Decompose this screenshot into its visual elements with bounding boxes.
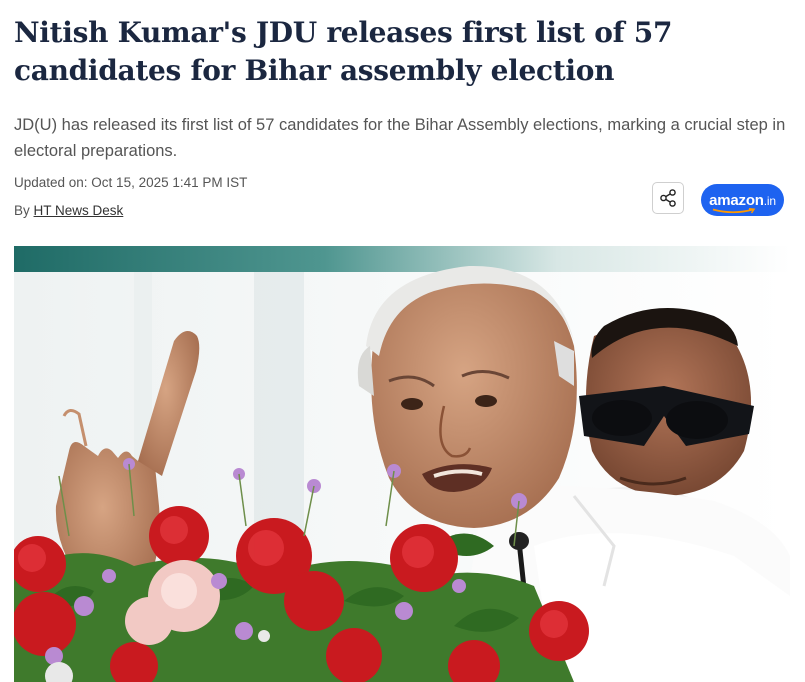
share-icon: [660, 189, 676, 207]
amazon-button[interactable]: amazon.in: [701, 184, 784, 216]
headline: Nitish Kumar's JDU releases first list o…: [14, 16, 673, 87]
article-summary: JD(U) has released its first list of 57 …: [14, 116, 786, 160]
article-photo: [14, 246, 790, 682]
byline: By HT News Desk: [14, 203, 123, 218]
amazon-label: amazon: [709, 191, 764, 209]
author-link[interactable]: HT News Desk: [34, 203, 124, 218]
amazon-smile-icon: [712, 207, 756, 213]
amazon-tld: .in: [763, 193, 776, 208]
byline-prefix: By: [14, 203, 30, 218]
amazon-logo: amazon.in: [709, 191, 776, 213]
share-button[interactable]: [652, 182, 684, 214]
updated-timestamp: Updated on: Oct 15, 2025 1:41 PM IST: [14, 175, 248, 190]
